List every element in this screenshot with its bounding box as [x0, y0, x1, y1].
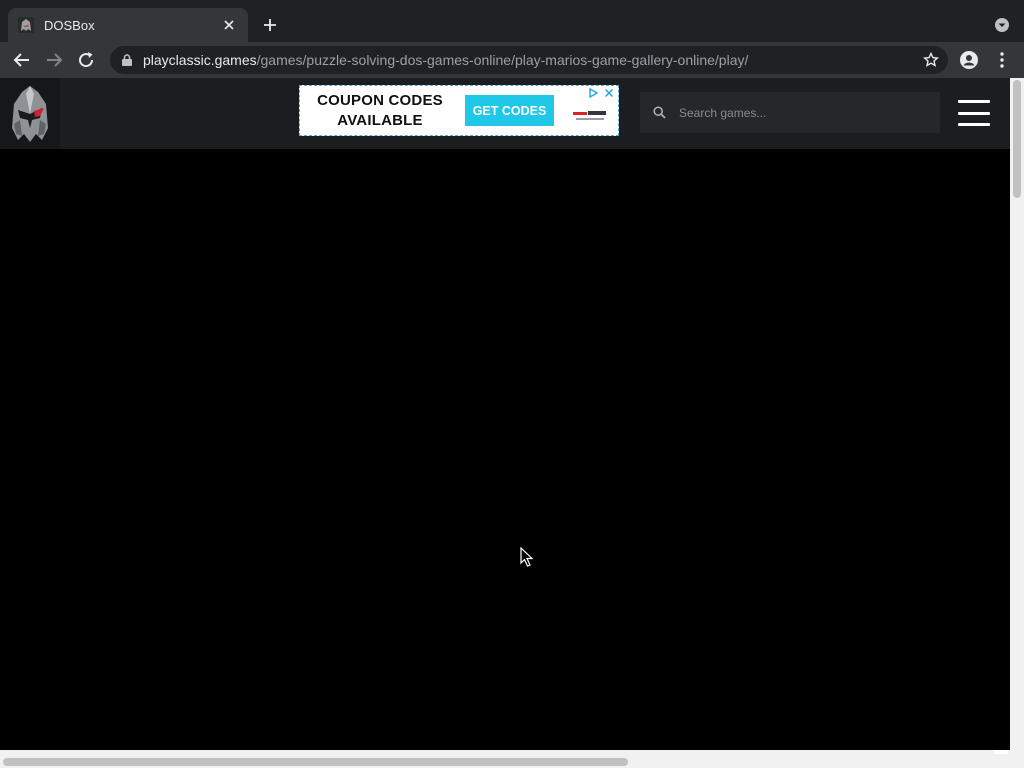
hamburger-menu-icon[interactable]	[958, 100, 990, 126]
hamburger-line	[958, 123, 990, 126]
profile-avatar-icon[interactable]	[958, 49, 980, 71]
vertical-scrollbar-thumb[interactable]	[1013, 80, 1021, 198]
knight-helmet-logo[interactable]	[0, 78, 60, 149]
bookmark-star-icon[interactable]	[922, 51, 940, 69]
forward-arrow-icon[interactable]	[42, 48, 66, 72]
site-header: COUPON CODES AVAILABLE GET CODES	[0, 78, 1010, 149]
url-host: playclassic.games	[143, 52, 257, 68]
tab-title: DOSBox	[44, 17, 95, 33]
search-games-input[interactable]	[679, 105, 919, 120]
new-tab-icon[interactable]	[259, 14, 281, 36]
ad-headline-line2: AVAILABLE	[337, 111, 423, 129]
horizontal-scrollbar[interactable]	[0, 750, 1024, 768]
ad-close-icon[interactable]	[603, 87, 615, 99]
reload-icon[interactable]	[74, 48, 98, 72]
browser-tabstrip: DOSBox	[0, 0, 1024, 42]
lock-icon[interactable]	[120, 53, 134, 67]
browser-menu-icon[interactable]	[994, 49, 1010, 71]
ad-headline-line1: COUPON CODES	[317, 91, 443, 109]
mouse-pointer-icon	[520, 546, 534, 572]
browser-tab[interactable]: DOSBox	[8, 8, 248, 42]
get-codes-button[interactable]: GET CODES	[465, 95, 554, 126]
browser-toolbar: playclassic.games/games/puzzle-solving-d…	[0, 42, 1024, 78]
ad-choices-icon[interactable]	[587, 87, 599, 99]
hamburger-line	[958, 111, 990, 115]
url-path: /games/puzzle-solving-dos-games-online/p…	[256, 52, 749, 68]
address-bar[interactable]: playclassic.games/games/puzzle-solving-d…	[110, 46, 948, 74]
helmet-favicon-icon	[18, 17, 34, 33]
vertical-scrollbar[interactable]	[1010, 78, 1024, 750]
close-tab-icon[interactable]	[220, 16, 238, 34]
search-box[interactable]	[640, 92, 940, 133]
ad-brand-logo-icon	[570, 104, 610, 126]
ad-headline: COUPON CODES AVAILABLE	[300, 91, 460, 131]
coupon-ad-banner[interactable]: COUPON CODES AVAILABLE GET CODES	[299, 85, 619, 136]
scrollbar-corner	[994, 750, 1008, 754]
hamburger-line	[958, 100, 990, 103]
horizontal-scrollbar-thumb[interactable]	[3, 758, 628, 766]
search-icon	[652, 106, 666, 120]
url-text[interactable]: playclassic.games/games/puzzle-solving-d…	[143, 52, 748, 68]
tab-search-icon[interactable]	[993, 16, 1011, 34]
page-viewport: COUPON CODES AVAILABLE GET CODES	[0, 78, 1010, 750]
back-arrow-icon[interactable]	[10, 48, 34, 72]
dosbox-game-canvas[interactable]	[0, 149, 1010, 750]
